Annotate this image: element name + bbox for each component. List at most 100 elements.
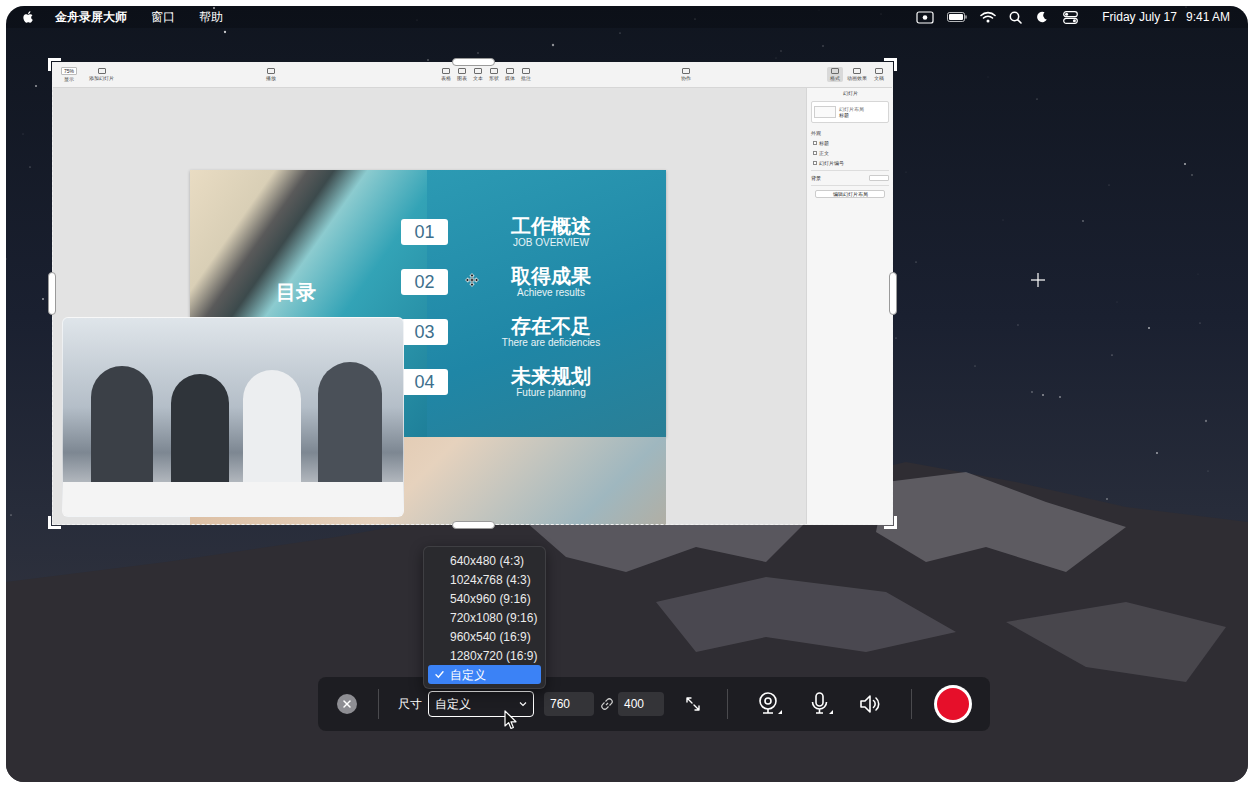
menu-item[interactable]: 帮助 (199, 8, 223, 26)
agenda-text: 存在不足There are deficiencies (495, 315, 607, 349)
layout-caption: 幻灯片布局 (839, 106, 864, 112)
apple-logo-icon[interactable] (22, 10, 34, 24)
checkbox[interactable] (813, 161, 817, 165)
insert-tool-label: 图表 (457, 75, 467, 81)
corner-handle[interactable] (48, 516, 61, 529)
divider (727, 689, 728, 719)
insert-tool[interactable]: 图表 (454, 67, 470, 82)
background-swatch[interactable] (869, 175, 889, 181)
chevron-down-icon (519, 700, 527, 708)
inspector-tab-label: 格式 (830, 75, 840, 81)
toolbar-play-group: 播放 (263, 67, 438, 82)
edit-layout-button[interactable]: 编辑幻灯片布局 (815, 190, 885, 198)
clock[interactable]: Friday July 179:41 AM (1102, 8, 1230, 26)
control-center-icon[interactable] (1063, 10, 1079, 24)
background-row: 背景 (811, 175, 889, 181)
insert-tool[interactable]: 表格 (438, 67, 454, 82)
size-select[interactable]: 自定义 (428, 691, 534, 717)
inspector-tabs: 格式动画效果文稿 (827, 67, 887, 82)
checkbox[interactable] (813, 141, 817, 145)
layout-card[interactable]: 幻灯片布局标题 (811, 101, 889, 123)
size-option[interactable]: 540x960 (9:16) (428, 589, 541, 608)
divider (911, 689, 912, 719)
size-option-label: 1280x720 (16:9) (450, 647, 537, 665)
size-option[interactable]: 1024x768 (4:3) (428, 570, 541, 589)
inspector-panel: 幻灯片幻灯片布局标题外观标题正文幻灯片编号背景编辑幻灯片布局 (806, 88, 893, 525)
table-surface (63, 482, 403, 516)
wifi-icon[interactable] (980, 10, 996, 24)
corner-handle[interactable] (884, 58, 897, 71)
agenda-number-box: 03 (401, 319, 448, 345)
insert-tool-label: 批注 (521, 75, 531, 81)
webcam-preview[interactable] (62, 317, 404, 517)
edge-handle[interactable] (452, 58, 495, 66)
zoom-control[interactable]: 75%显示 (58, 67, 80, 82)
play-button-label: 播放 (266, 75, 276, 81)
status-area: Friday July 179:41 AM (916, 8, 1230, 26)
agenda-number: 04 (414, 372, 434, 392)
divider (811, 170, 889, 171)
battery-icon[interactable] (947, 10, 967, 24)
insert-tool-label: 形状 (489, 75, 499, 81)
appearance-option[interactable]: 幻灯片编号 (811, 160, 889, 166)
edge-handle[interactable] (48, 272, 56, 315)
insert-tool[interactable]: 形状 (486, 67, 502, 82)
inspector-tab-icon (875, 68, 883, 74)
agenda-subtitle: JOB OVERVIEW (513, 237, 589, 249)
play-button[interactable]: 播放 (263, 67, 279, 82)
mouse-pointer-icon (504, 710, 518, 730)
agenda-text: 取得成果Achieve results (495, 265, 607, 299)
record-button[interactable] (934, 685, 972, 723)
appearance-option-label: 正文 (819, 150, 829, 156)
edge-handle[interactable] (889, 272, 897, 315)
corner-handle[interactable] (48, 58, 61, 71)
size-option[interactable]: 自定义 (428, 665, 541, 684)
agenda-item: 01工作概述JOB OVERVIEW (401, 219, 607, 245)
app-menu[interactable]: 金舟录屏大师 (55, 8, 127, 26)
focus-moon-icon[interactable] (1036, 10, 1050, 24)
agenda-item: 03存在不足There are deficiencies (401, 319, 607, 345)
size-option[interactable]: 960x540 (16:9) (428, 627, 541, 646)
size-option-label: 1024x768 (4:3) (450, 571, 531, 589)
insert-tool[interactable]: 文本 (470, 67, 486, 82)
microphone-icon[interactable] (807, 691, 833, 717)
edge-handle[interactable] (452, 521, 495, 529)
checkbox[interactable] (813, 151, 817, 155)
appearance-option[interactable]: 标题 (811, 140, 889, 146)
agenda-subtitle: There are deficiencies (502, 337, 600, 349)
corner-handle[interactable] (884, 516, 897, 529)
agenda-number-box: 02 (401, 269, 448, 295)
agenda-subtitle: Future planning (516, 387, 586, 399)
inspector-title: 幻灯片 (811, 90, 889, 97)
capture-region[interactable]: 75%显示添加幻灯片播放表格图表文本形状媒体批注协作格式动画效果文稿目录01工作… (52, 62, 893, 525)
menu-item[interactable]: 窗口 (151, 8, 175, 26)
screen-record-icon[interactable] (916, 10, 934, 24)
size-option-label: 960x540 (16:9) (450, 628, 531, 646)
close-button[interactable] (337, 694, 357, 714)
link-aspect-icon[interactable] (598, 695, 616, 713)
appearance-option[interactable]: 正文 (811, 150, 889, 156)
size-option[interactable]: 640x480 (4:3) (428, 551, 541, 570)
insert-tool-label: 媒体 (505, 75, 515, 81)
agenda-title: 工作概述 (511, 215, 591, 237)
webcam-icon[interactable] (756, 691, 782, 717)
inspector-tab[interactable]: 格式 (827, 67, 843, 82)
speaker-icon[interactable] (858, 691, 884, 717)
agenda-title: 未来规划 (511, 365, 591, 387)
add-slide-button[interactable]: 添加幻灯片 (86, 67, 117, 82)
search-icon[interactable] (1009, 10, 1023, 24)
inspector-tab-icon (831, 68, 839, 74)
inspector-tab[interactable]: 动画效果 (844, 67, 870, 82)
collaborate-button[interactable]: 协作 (678, 67, 694, 82)
insert-tool[interactable]: 媒体 (502, 67, 518, 82)
inspector-tab[interactable]: 文稿 (871, 67, 887, 82)
insert-tool[interactable]: 批注 (518, 67, 534, 82)
agenda-title: 存在不足 (511, 315, 591, 337)
clock-time: 9:41 AM (1186, 8, 1230, 26)
fullscreen-expand-icon[interactable] (684, 695, 702, 713)
size-option[interactable]: 720x1080 (9:16) (428, 608, 541, 627)
size-option[interactable]: 1280x720 (16:9) (428, 646, 541, 665)
person-silhouette (91, 366, 153, 486)
width-input[interactable]: 760 (544, 692, 594, 716)
height-input[interactable]: 400 (618, 692, 664, 716)
